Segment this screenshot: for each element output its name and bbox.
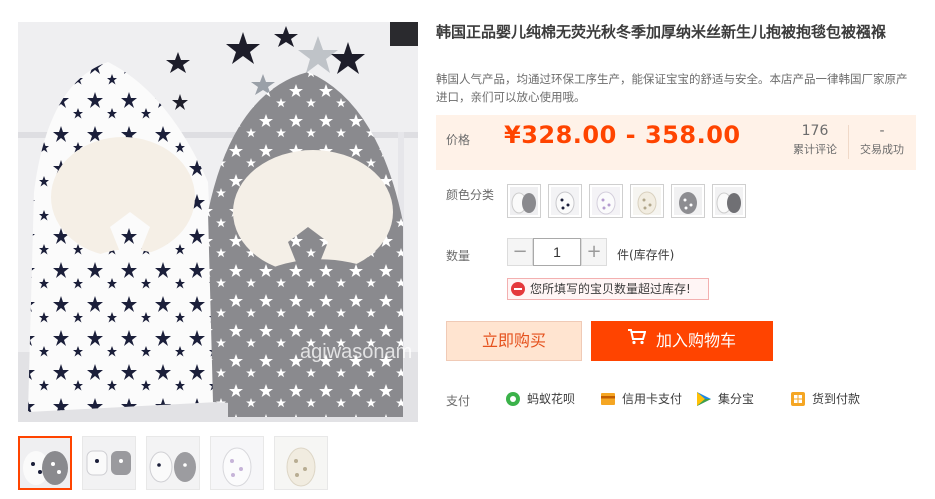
thumbnail-2[interactable] [82, 436, 136, 490]
image-watermark: agiwasonam [300, 341, 412, 363]
review-label: 累计评论 [793, 143, 837, 156]
quantity-input[interactable] [533, 238, 581, 266]
review-stat[interactable]: 176 累计评论 [784, 121, 846, 158]
payment-huabei[interactable]: 蚂蚁花呗 [505, 389, 575, 409]
product-subtitle: 韩国人气产品，均通过环保工序生产，能保证宝宝的舒适与安全。本店产品一律韩国厂家原… [436, 72, 908, 104]
error-icon [511, 282, 525, 296]
price-label: 价格 [446, 133, 471, 147]
cash-on-delivery-icon [790, 391, 806, 407]
increase-button[interactable]: + [581, 238, 607, 266]
color-label: 颜色分类 [446, 188, 495, 202]
main-product-image: agiwasonam [18, 22, 418, 422]
decrease-button[interactable]: − [507, 238, 533, 266]
buy-now-button[interactable]: 立即购买 [446, 321, 582, 361]
thumbnail-strip [18, 436, 418, 492]
quantity-label: 数量 [446, 249, 471, 263]
payment-huabei-label: 蚂蚁花呗 [527, 392, 576, 406]
huabei-icon [505, 391, 521, 407]
payment-label: 支付 [446, 394, 471, 408]
payment-jifenbao-label: 集分宝 [718, 392, 755, 406]
price-value: ¥328.00 - 358.00 [504, 121, 741, 149]
price-panel: 价格 ¥328.00 - 358.00 176 累计评论 - 交易成功 [436, 115, 916, 170]
stock-unit: 件(库存件) [617, 248, 675, 262]
add-to-cart-button[interactable]: 加入购物车 [591, 321, 773, 361]
color-swatch-2[interactable] [548, 184, 582, 218]
color-swatch-3[interactable] [589, 184, 623, 218]
deals-label: 交易成功 [860, 143, 904, 156]
color-swatch-1[interactable] [507, 184, 541, 218]
stock-warning-text: 您所填写的宝贝数量超过库存! [530, 282, 691, 296]
thumbnail-3[interactable] [146, 436, 200, 490]
stat-divider [848, 125, 849, 159]
review-count: 176 [801, 123, 829, 139]
thumbnail-4[interactable] [210, 436, 264, 490]
cart-icon [627, 320, 647, 360]
color-swatch-6[interactable] [712, 184, 746, 218]
product-title: 韩国正品婴儿纯棉无荧光秋冬季加厚纳米丝新生儿抱被抱毯包被襁褓 [436, 23, 887, 41]
color-swatch-5[interactable] [671, 184, 705, 218]
deals-stat: - 交易成功 [854, 121, 910, 158]
deals-count: - [879, 123, 885, 139]
thumbnail-5[interactable] [274, 436, 328, 490]
payment-jifenbao[interactable]: 集分宝 [696, 389, 754, 409]
credit-card-icon [600, 391, 616, 407]
payment-cod[interactable]: 货到付款 [790, 389, 860, 409]
color-swatch-4[interactable] [630, 184, 664, 218]
payment-cod-label: 货到付款 [812, 392, 861, 406]
stock-warning: 您所填写的宝贝数量超过库存! [507, 278, 709, 300]
thumbnail-1[interactable] [18, 436, 72, 490]
add-to-cart-label: 加入购物车 [655, 331, 736, 350]
payment-credit-card[interactable]: 信用卡支付 [600, 389, 682, 409]
payment-credit-card-label: 信用卡支付 [622, 392, 683, 406]
jifenbao-icon [696, 391, 712, 407]
